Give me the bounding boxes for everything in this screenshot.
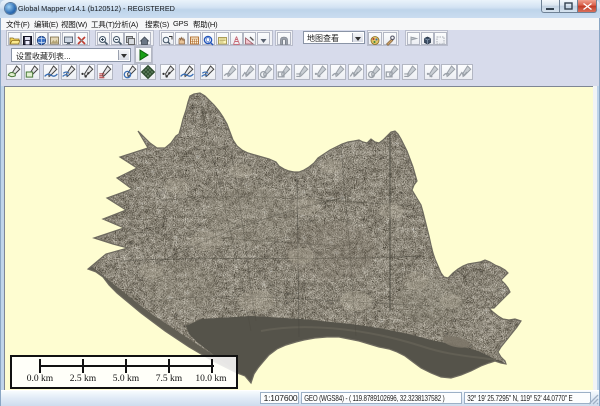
svg-text:Q: Q xyxy=(206,38,211,44)
